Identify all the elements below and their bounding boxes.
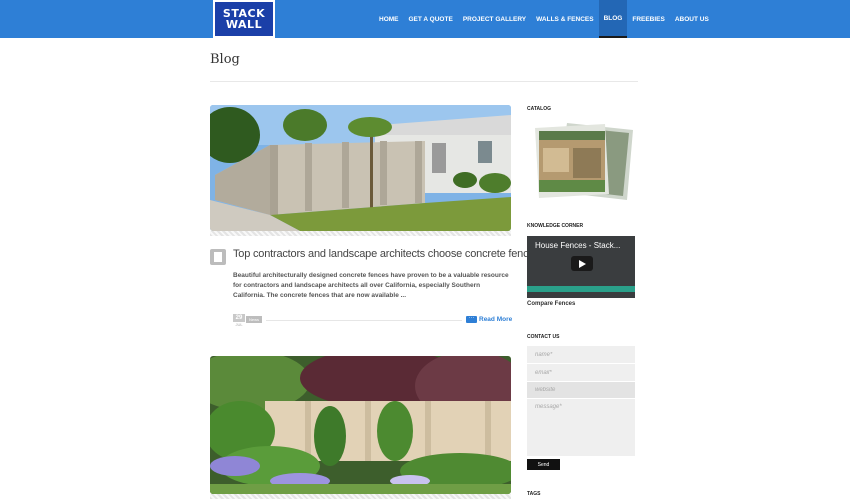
site-header: STACK WALL HOME GET A QUOTE PROJECT GALL… xyxy=(0,0,850,38)
post-date-day: 29 xyxy=(233,314,245,322)
send-button[interactable]: Send xyxy=(527,459,560,470)
compare-fences-link[interactable]: Compare Fences xyxy=(527,301,575,307)
post-date: 29 JUL xyxy=(233,314,245,327)
knowledge-corner-heading: KNOWLEDGE CORNER xyxy=(527,223,584,229)
post-featured-image[interactable] xyxy=(210,105,511,231)
meta-divider xyxy=(266,320,462,321)
nav-home[interactable]: HOME xyxy=(374,0,404,38)
document-icon xyxy=(210,249,226,265)
logo-text-line2: WALL xyxy=(225,18,263,31)
nav-about-us[interactable]: ABOUT US xyxy=(670,0,714,38)
post-featured-image-2[interactable] xyxy=(210,356,511,494)
nav-freebies[interactable]: FREEBIES xyxy=(627,0,670,38)
name-field[interactable] xyxy=(527,346,635,363)
nav-walls-fences[interactable]: WALLS & FENCES xyxy=(531,0,598,38)
image-hatch-divider-2 xyxy=(210,494,511,499)
video-thumbnail[interactable]: House Fences - Stack... xyxy=(527,236,635,298)
contact-us-heading: CONTACT US xyxy=(527,334,560,340)
catalog-heading: CATALOG xyxy=(527,106,551,112)
more-dots-icon[interactable]: ··· xyxy=(466,315,477,323)
video-title: House Fences - Stack... xyxy=(535,241,621,250)
read-more-link[interactable]: Read More xyxy=(479,316,512,323)
message-field[interactable] xyxy=(527,399,635,456)
video-caption-strip xyxy=(527,286,635,292)
post-excerpt: Beautiful architecturally designed concr… xyxy=(233,272,509,299)
title-divider xyxy=(210,81,638,82)
website-field[interactable] xyxy=(527,382,635,398)
image-hatch-divider xyxy=(210,231,511,236)
post-tag[interactable]: News xyxy=(246,316,263,323)
email-field[interactable] xyxy=(527,364,635,381)
nav-blog[interactable]: BLOG xyxy=(598,0,628,38)
tags-heading: TAGS xyxy=(527,491,541,497)
play-icon[interactable] xyxy=(571,256,593,271)
post-date-month: JUL xyxy=(235,322,243,327)
catalog-image[interactable] xyxy=(527,118,635,203)
nav-project-gallery[interactable]: PROJECT GALLERY xyxy=(458,0,531,38)
post-title[interactable]: Top contractors and landscape architects… xyxy=(233,248,543,260)
nav-get-a-quote[interactable]: GET A QUOTE xyxy=(404,0,458,38)
stackwall-logo[interactable]: STACK WALL xyxy=(213,0,275,38)
main-nav: HOME GET A QUOTE PROJECT GALLERY WALLS &… xyxy=(374,0,714,38)
page-title: Blog xyxy=(210,52,240,67)
